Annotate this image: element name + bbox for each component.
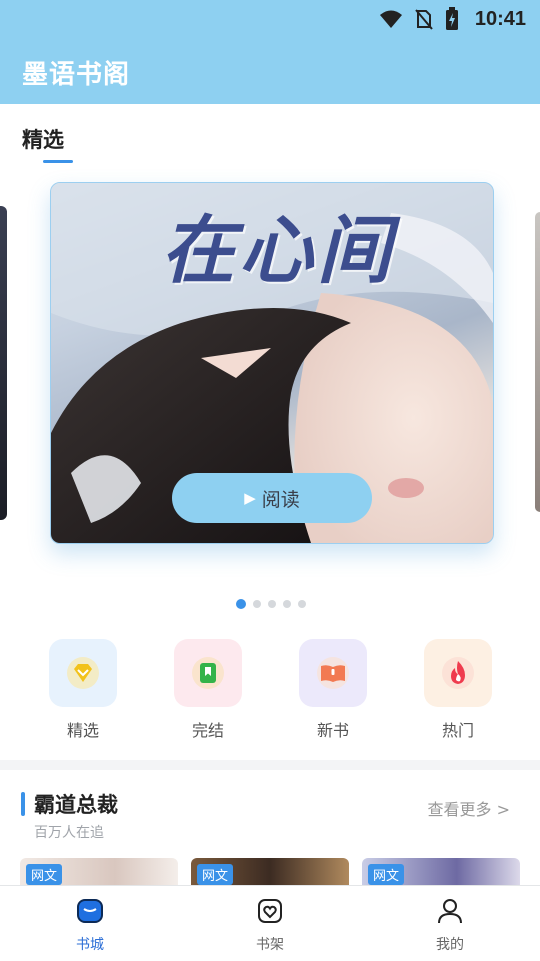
category-tile (174, 639, 242, 707)
tab-label: 书架 (256, 937, 284, 953)
status-bar: 10:41 (379, 6, 526, 32)
category-grid: 精选 完结 新书 热门 (0, 639, 540, 749)
no-sim-icon (415, 9, 433, 30)
tab-bookstore[interactable]: 书城 (45, 896, 135, 954)
app-title: 墨语书阁 (22, 60, 131, 90)
bookmark-icon (192, 657, 224, 689)
category-label: 精选 (66, 721, 99, 740)
read-button[interactable]: ▶ 阅读 (172, 473, 372, 523)
category-section: 霸道总裁 百万人在追 查看更多 > 网文 网文 网文 (0, 770, 540, 888)
carousel-dot[interactable] (236, 599, 246, 609)
section-title: 霸道总裁 (34, 793, 118, 817)
tab-profile[interactable]: 我的 (405, 896, 495, 954)
section-title-underline (43, 160, 73, 163)
open-book-icon (317, 657, 349, 689)
category-label: 完结 (191, 721, 224, 740)
banner-title: 在心间 (161, 208, 395, 294)
tab-label: 书城 (76, 937, 104, 953)
status-time: 10:41 (474, 7, 526, 30)
carousel-prev-card[interactable] (0, 206, 7, 520)
featured-section: 精选 在心间 ▶ 阅读 精选 完结 新书 热门 (0, 104, 540, 760)
wifi-icon (379, 10, 402, 28)
fire-icon (442, 657, 474, 689)
battery-charging-icon (445, 7, 458, 30)
carousel-indicator (236, 599, 306, 609)
section-accent-bar (21, 792, 25, 816)
diamond-icon (67, 657, 99, 689)
carousel-dot[interactable] (298, 600, 306, 608)
tab-bookshelf[interactable]: 书架 (225, 896, 315, 954)
carousel-next-card[interactable] (535, 212, 540, 512)
category-new-books[interactable]: 新书 (283, 639, 383, 741)
tab-label: 我的 (436, 937, 464, 953)
book-cover[interactable]: 网文 (191, 858, 349, 888)
section-subtitle: 百万人在追 (34, 825, 104, 841)
carousel-dot[interactable] (253, 600, 261, 608)
book-tag: 网文 (368, 864, 405, 885)
book-cover[interactable]: 网文 (20, 858, 178, 888)
section-title-featured: 精选 (22, 128, 64, 152)
play-icon: ▶ (244, 489, 256, 507)
category-hot[interactable]: 热门 (408, 639, 508, 741)
book-tag: 网文 (197, 864, 234, 885)
profile-icon (438, 899, 462, 924)
book-tag: 网文 (26, 864, 63, 885)
category-tile (424, 639, 492, 707)
book-cover[interactable]: 网文 (362, 858, 520, 888)
carousel-dot[interactable] (283, 600, 291, 608)
category-label: 新书 (316, 721, 349, 740)
category-completed[interactable]: 完结 (158, 639, 258, 741)
category-tile (299, 639, 367, 707)
category-tile (49, 639, 117, 707)
category-featured[interactable]: 精选 (33, 639, 133, 741)
carousel-dot[interactable] (268, 600, 276, 608)
bottom-tab-bar: 书城 书架 我的 (0, 885, 540, 961)
bookstore-icon (77, 899, 103, 923)
view-more-link[interactable]: 查看更多 > (428, 796, 511, 820)
read-button-label: 阅读 (261, 488, 300, 511)
bookshelf-icon (258, 899, 282, 923)
app-header: 10:41 墨语书阁 (0, 0, 540, 104)
category-label: 热门 (441, 721, 474, 740)
featured-banner[interactable]: 在心间 ▶ 阅读 (50, 182, 494, 544)
